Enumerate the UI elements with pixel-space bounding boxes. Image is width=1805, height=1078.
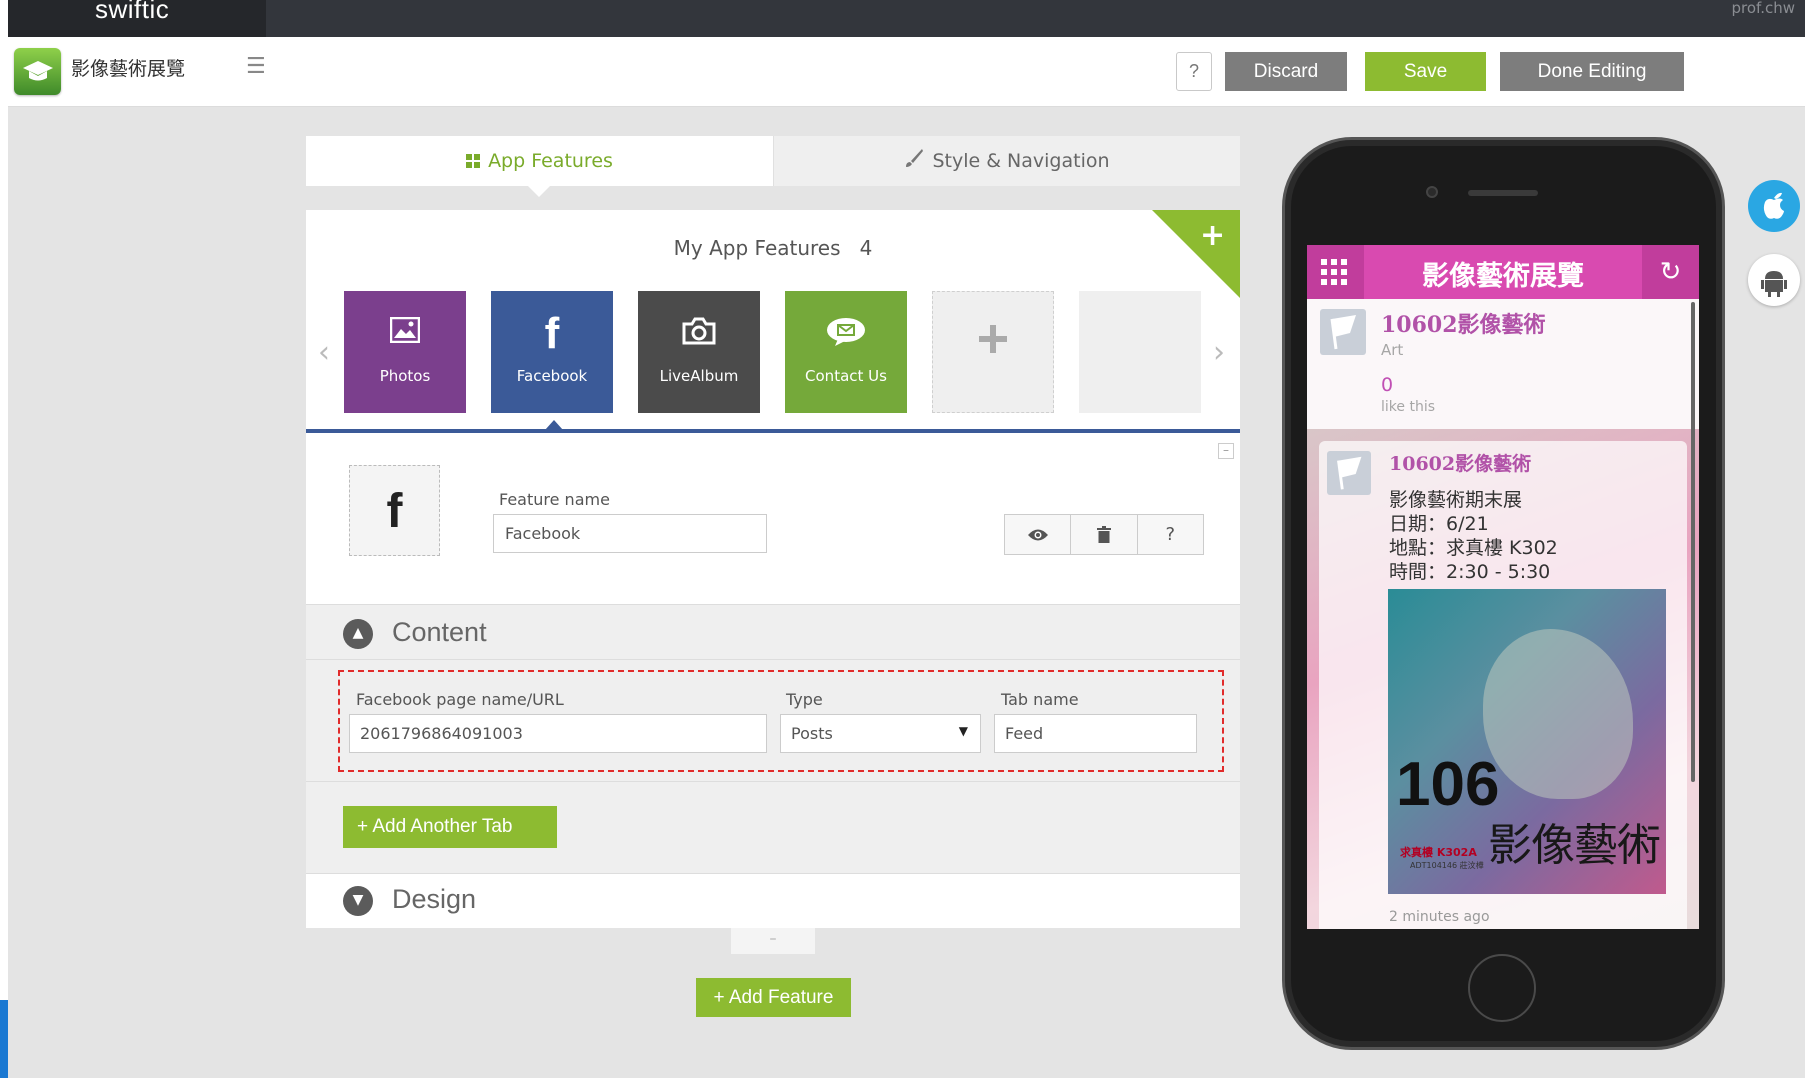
tab-name-label: Tab name: [1001, 690, 1079, 709]
feature-name-input[interactable]: Facebook: [493, 514, 767, 553]
feature-icon-picker[interactable]: f: [349, 465, 440, 556]
add-feature-tile[interactable]: [932, 291, 1054, 413]
save-button[interactable]: Save: [1365, 52, 1486, 91]
chevron-up-icon[interactable]: ▲: [343, 619, 373, 649]
poster-credit: ADT104146 莊汶樺: [1410, 861, 1484, 870]
help-button[interactable]: ?: [1176, 52, 1212, 91]
tile-label: Photos: [379, 367, 431, 385]
flag-icon: [1327, 451, 1371, 495]
add-another-tab-button[interactable]: + Add Another Tab: [343, 806, 557, 848]
feature-help-button[interactable]: ?: [1138, 515, 1203, 554]
editor-header: 影像藝術展覽 ☰ ? Discard Save Done Editing: [8, 37, 1805, 107]
post-poster-image[interactable]: 106 影像藝術 求真樓 K302A ADT104146 莊汶樺: [1388, 589, 1666, 894]
my-features-title: My App Features: [673, 236, 841, 260]
tab-app-features[interactable]: App Features: [306, 136, 773, 186]
tiles-divider: [306, 429, 1240, 433]
phone-scrollbar[interactable]: [1691, 302, 1695, 782]
page-likes-count: 0: [1381, 374, 1394, 396]
preview-eye-icon[interactable]: [1005, 515, 1072, 554]
grid-menu-icon[interactable]: [1307, 245, 1364, 299]
phone-camera: [1426, 186, 1438, 198]
type-label: Type: [786, 690, 823, 709]
poster-portrait: [1483, 629, 1633, 799]
tab-pointer: [528, 186, 550, 197]
facebook-post: 10602影像藝術 影像藝術期末展 日期：6/21 地點：求真樓 K302 時間…: [1319, 441, 1687, 929]
caret-down-icon: ▼: [958, 724, 968, 738]
tile-label: Facebook: [516, 367, 588, 385]
post-text-line: 地點：求真樓 K302: [1389, 537, 1558, 559]
feature-tile-livealbum[interactable]: LiveAlbum: [638, 291, 760, 413]
brush-icon: [904, 137, 924, 187]
facebook-page-card: 10602影像藝術 Art 0 like this: [1307, 299, 1699, 429]
type-select[interactable]: Posts ▼: [780, 714, 981, 753]
apple-icon[interactable]: [1748, 180, 1800, 232]
content-section-title: Content: [392, 617, 487, 647]
top-bar: swiftic prof.chw: [8, 0, 1805, 37]
side-edge: [0, 1000, 8, 1078]
post-text-line: 日期：6/21: [1389, 513, 1489, 535]
post-text-line: 時間：2:30 - 5:30: [1389, 561, 1551, 583]
collapse-icon[interactable]: –: [1218, 443, 1234, 459]
phone-speaker: [1468, 190, 1538, 196]
poster-title: 影像藝術: [1488, 820, 1661, 871]
feature-count: 4: [859, 236, 873, 260]
feature-tile-facebook[interactable]: f Facebook: [491, 291, 613, 413]
hamburger-menu-icon[interactable]: ☰: [246, 54, 266, 79]
content-section-header[interactable]: ▲ Content: [306, 604, 1240, 660]
app-title: 影像藝術展覽: [1422, 261, 1584, 292]
chat-icon: [785, 317, 907, 347]
flag-icon: [1320, 309, 1366, 355]
poster-number: 106: [1396, 750, 1500, 819]
page-likes-label: like this: [1381, 399, 1435, 415]
design-section-title: Design: [392, 884, 477, 914]
feature-actions: ?: [1004, 514, 1204, 555]
chevron-left-icon[interactable]: ‹: [318, 335, 330, 370]
tab-name-input[interactable]: Feed: [994, 714, 1197, 753]
feature-name-label: Feature name: [499, 490, 610, 509]
empty-tile-slot: [1079, 291, 1201, 413]
app-name: 影像藝術展覽: [71, 58, 186, 80]
tile-label: LiveAlbum: [659, 367, 739, 385]
app-icon: [14, 48, 61, 95]
phone-home-button: [1468, 954, 1536, 1022]
post-timestamp: 2 minutes ago: [1389, 909, 1490, 925]
tab-style-navigation[interactable]: Style & Navigation: [773, 136, 1240, 186]
tab-label: Style & Navigation: [932, 150, 1110, 172]
grid-icon: [466, 137, 481, 187]
page-category: Art: [1381, 341, 1404, 359]
page-name: 10602影像藝術: [1381, 312, 1546, 338]
brand-area: swiftic: [8, 0, 266, 37]
phone-screen: 影像藝術展覽 ↻ 10602影像藝術 Art 0 like this 10602…: [1307, 245, 1699, 929]
poster-location: 求真樓 K302A: [1400, 846, 1477, 859]
refresh-icon[interactable]: ↻: [1642, 245, 1699, 299]
type-value: Posts: [791, 724, 833, 743]
done-editing-button[interactable]: Done Editing: [1500, 52, 1684, 91]
facebook-icon: f: [386, 485, 403, 538]
plus-icon: [933, 324, 1053, 354]
discard-button[interactable]: Discard: [1225, 52, 1347, 91]
user-account[interactable]: prof.chw: [1731, 0, 1795, 17]
trash-icon[interactable]: [1071, 515, 1138, 554]
app-title-bar: 影像藝術展覽 ↻: [1307, 245, 1699, 299]
editor-tabs: App Features Style & Navigation: [306, 136, 1240, 186]
my-features-heading: My App Features 4: [306, 236, 1240, 260]
facebook-icon: f: [544, 309, 560, 358]
feature-tile-photos[interactable]: Photos: [344, 291, 466, 413]
chevron-down-icon[interactable]: ▼: [343, 886, 373, 916]
brand-logo[interactable]: swiftic: [95, 0, 169, 25]
add-feature-button[interactable]: + Add Feature: [696, 978, 851, 1017]
camera-icon: [638, 317, 760, 345]
image-icon: [344, 317, 466, 343]
chevron-right-icon[interactable]: ›: [1213, 335, 1225, 370]
feature-tile-contact-us[interactable]: Contact Us: [785, 291, 907, 413]
post-page-name: 10602影像藝術: [1389, 453, 1532, 475]
design-section-header[interactable]: ▼ Design: [306, 873, 1240, 928]
minimize-panel-button[interactable]: –: [731, 928, 815, 954]
android-icon[interactable]: [1748, 254, 1800, 306]
tab-label: App Features: [488, 150, 613, 172]
facebook-url-input[interactable]: 2061796864091003: [349, 714, 767, 753]
tile-label: Contact Us: [805, 367, 887, 385]
post-text-line: 影像藝術期末展: [1389, 489, 1523, 511]
facebook-url-label: Facebook page name/URL: [356, 690, 564, 709]
